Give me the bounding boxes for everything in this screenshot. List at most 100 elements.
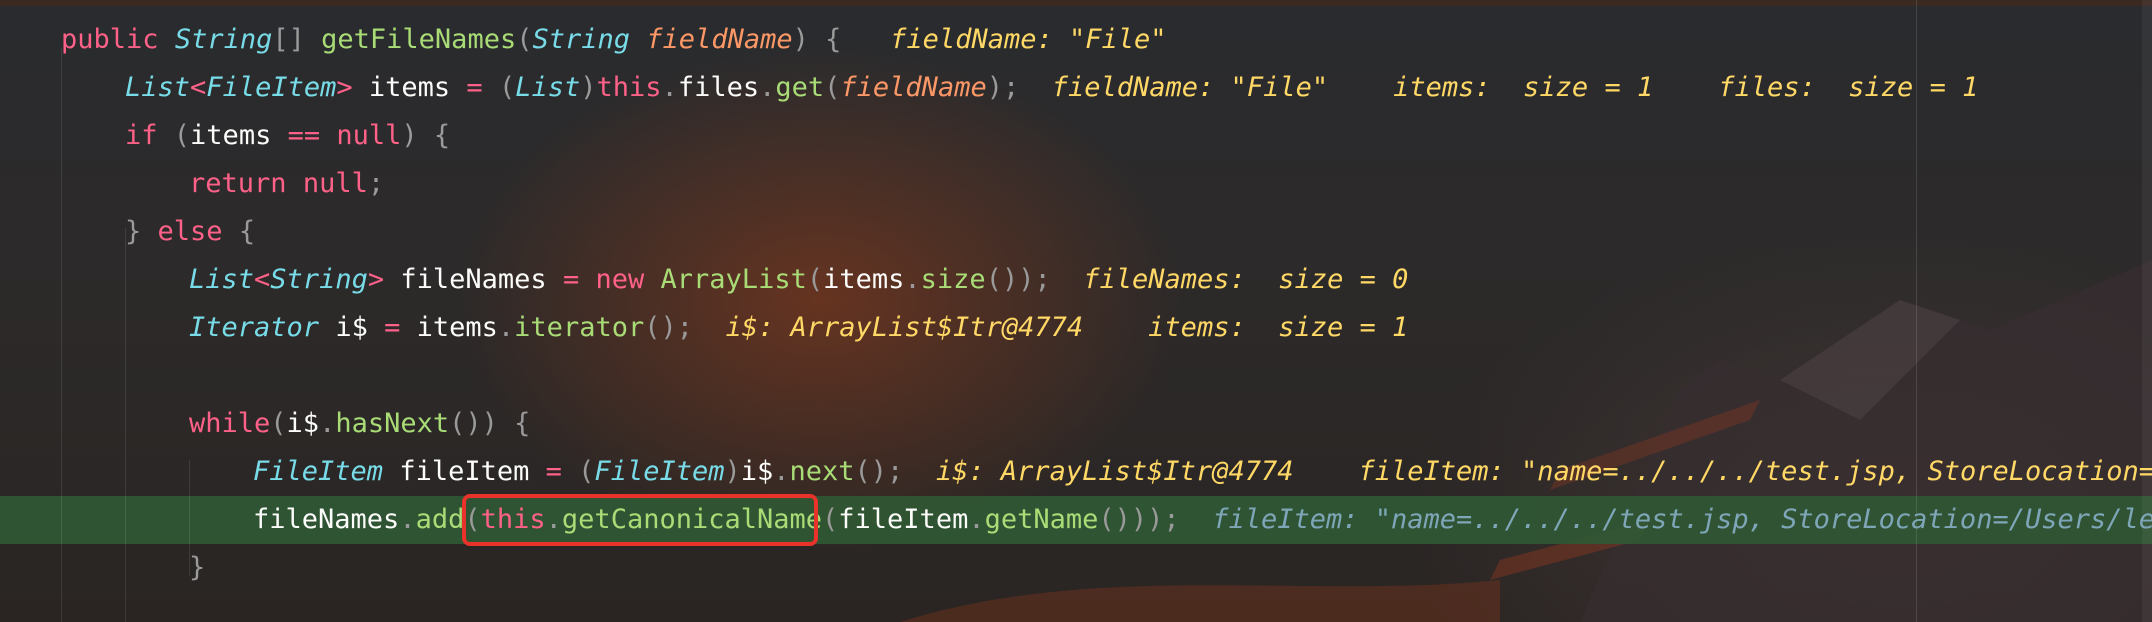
operator: < — [254, 264, 271, 295]
type-name: List — [125, 72, 191, 103]
keyword: null — [302, 168, 368, 199]
field: files — [677, 72, 760, 103]
operator: < — [190, 72, 207, 103]
inline-debug-value: items: size = 1 — [1393, 72, 1654, 103]
type-name: String — [532, 24, 631, 55]
code-line[interactable]: List<FileItem> items = (List)this.files.… — [125, 64, 1978, 112]
punctuation: { — [238, 216, 256, 247]
variable: fileNames — [253, 504, 400, 535]
type-name: Iterator — [189, 312, 320, 343]
type-name: String — [174, 24, 273, 55]
variable: i$ — [286, 408, 320, 439]
method-name: hasNext — [335, 408, 450, 439]
punctuation: ())); — [1098, 504, 1180, 535]
keyword: new — [595, 264, 645, 295]
type-name: List — [189, 264, 255, 295]
keyword: this — [596, 72, 662, 103]
punctuation: ) — [724, 456, 741, 487]
punctuation: [] — [272, 24, 305, 55]
indent-guide — [61, 48, 62, 622]
keyword: public — [61, 24, 159, 55]
punctuation: . — [319, 408, 336, 439]
punctuation: ) { — [401, 120, 451, 151]
variable: i$ — [740, 456, 774, 487]
inline-debug-value: fieldName: "File" — [1051, 72, 1329, 103]
code-line[interactable]: while(i$.hasNext()) { — [189, 400, 530, 448]
type-name: List — [515, 72, 581, 103]
punctuation: } — [189, 552, 206, 583]
code-line[interactable]: List<String> fileNames = new ArrayList(i… — [189, 256, 1408, 304]
type-name: FileItem — [594, 456, 725, 487]
class-name: ArrayList — [660, 264, 807, 295]
code-line[interactable]: return null; — [189, 160, 384, 208]
keyword: else — [157, 216, 223, 247]
punctuation: . — [968, 504, 985, 535]
punctuation: . — [759, 72, 776, 103]
operator: == — [287, 120, 321, 151]
punctuation: ( — [578, 456, 595, 487]
punctuation: ( — [498, 72, 516, 103]
code-line[interactable]: public String[] getFileNames(String fiel… — [61, 16, 1167, 64]
punctuation: ()); — [985, 264, 1051, 295]
method-name: getFileNames — [321, 24, 517, 55]
punctuation: ( — [270, 408, 287, 439]
punctuation: (); — [854, 456, 904, 487]
punctuation: ()) { — [449, 408, 531, 439]
variable: fileNames — [400, 264, 547, 295]
punctuation: ( — [173, 120, 191, 151]
method-name: size — [920, 264, 986, 295]
variable: items — [823, 264, 905, 295]
punctuation: ) — [580, 72, 597, 103]
operator: = — [466, 72, 483, 103]
code-line[interactable]: } — [189, 544, 205, 592]
code-editor[interactable]: public String[] getFileNames(String fiel… — [0, 0, 2152, 622]
method-name: add — [415, 504, 465, 535]
punctuation: ) { — [792, 24, 842, 55]
inline-debug-value: fileItem: "name=../../../test.jsp, Store… — [1358, 456, 2152, 487]
indent-guide — [125, 228, 126, 622]
code-line[interactable]: if (items == null) { — [125, 112, 450, 160]
inline-debug-value: i$: ArrayList$Itr@4774 — [935, 456, 1294, 487]
highlight-callout-box — [462, 494, 818, 546]
operator: > — [336, 72, 353, 103]
editor-top-edge — [0, 0, 2152, 6]
code-line[interactable]: } else { — [125, 208, 255, 256]
keyword: while — [189, 408, 271, 439]
punctuation: . — [497, 312, 515, 343]
inline-debug-value: fieldName: "File" — [890, 24, 1167, 55]
punctuation: . — [904, 264, 921, 295]
variable: fileItem — [838, 504, 969, 535]
inline-debug-value: files: size = 1 — [1718, 72, 1979, 103]
code-line[interactable]: Iterator i$ = items.iterator(); i$: Arra… — [189, 304, 1408, 352]
variable: items — [416, 312, 498, 343]
type-name: String — [270, 264, 368, 295]
code-line[interactable]: FileItem fileItem = (FileItem)i$.next();… — [253, 448, 2152, 496]
punctuation: ); — [986, 72, 1020, 103]
punctuation: } — [125, 216, 142, 247]
punctuation: (); — [644, 312, 693, 343]
type-name: FileItem — [253, 456, 384, 487]
operator: = — [562, 264, 580, 295]
method-name: next — [789, 456, 855, 487]
punctuation: . — [399, 504, 416, 535]
method-name: iterator — [514, 312, 645, 343]
punctuation: ( — [806, 264, 824, 295]
punctuation: ( — [516, 24, 533, 55]
punctuation: ( — [824, 72, 841, 103]
inline-debug-value: items: size = 1 — [1148, 312, 1409, 343]
method-name: get — [775, 72, 825, 103]
operator: = — [545, 456, 562, 487]
operator: = — [384, 312, 401, 343]
punctuation: . — [661, 72, 678, 103]
parameter: fieldName — [646, 24, 793, 55]
variable: items — [190, 120, 272, 151]
inline-debug-value: fileNames: size = 0 — [1083, 264, 1409, 295]
keyword: if — [125, 120, 158, 151]
variable: fileItem — [399, 456, 530, 487]
punctuation: ; — [367, 168, 385, 199]
inline-debug-value: fileItem: "name=../../../test.jsp, Store… — [1212, 504, 2152, 535]
keyword: null — [336, 120, 402, 151]
keyword: return — [189, 168, 287, 199]
inline-debug-value: i$: ArrayList$Itr@4774 — [725, 312, 1084, 343]
parameter: fieldName — [840, 72, 987, 103]
